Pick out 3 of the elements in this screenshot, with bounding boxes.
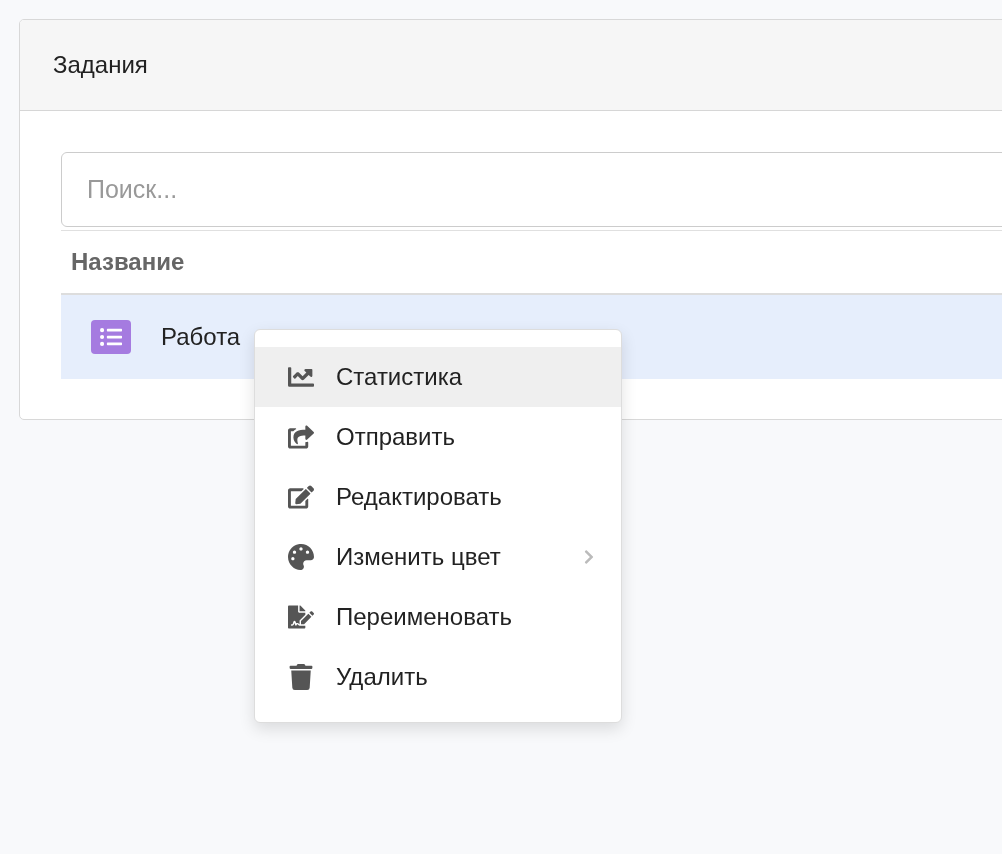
card-title: Задания bbox=[53, 51, 148, 79]
row-name: Работа bbox=[161, 323, 241, 351]
column-header: Название bbox=[70, 248, 185, 276]
